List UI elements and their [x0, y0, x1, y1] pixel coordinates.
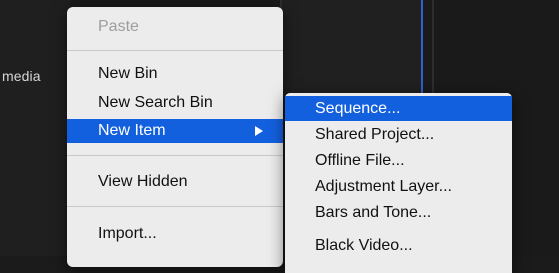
submenu-item-label: Adjustment Layer... [315, 178, 452, 195]
submenu-item-offline-file[interactable]: Offline File... [285, 148, 512, 173]
submenu-item-black-video[interactable]: Black Video... [285, 233, 512, 258]
submenu-item-label: Bars and Tone... [315, 204, 432, 221]
submenu-item-label: Black Video... [315, 237, 413, 254]
menu-separator [67, 155, 283, 156]
menu-separator [67, 50, 283, 51]
submenu-item-adjustment-layer[interactable]: Adjustment Layer... [285, 174, 512, 199]
submenu-arrow-icon [255, 126, 263, 136]
menu-item-label: New Search Bin [98, 94, 213, 111]
menu-item-new-search-bin[interactable]: New Search Bin [67, 91, 283, 115]
submenu-item-sequence[interactable]: Sequence... [285, 96, 512, 121]
menu-separator [67, 206, 283, 207]
menu-item-import[interactable]: Import... [67, 222, 283, 246]
menu-item-label: New Item [98, 122, 166, 139]
menu-item-paste: Paste [67, 15, 283, 39]
playhead-marker[interactable] [421, 0, 423, 93]
panel-label: media [2, 68, 41, 84]
menu-item-new-item[interactable]: New Item [67, 119, 283, 143]
menu-item-label: New Bin [98, 65, 158, 82]
submenu-item-label: Shared Project... [315, 126, 435, 143]
submenu-item-bars-and-tone[interactable]: Bars and Tone... [285, 200, 512, 225]
context-menu: Paste New Bin New Search Bin New Item Vi… [67, 7, 283, 267]
menu-item-label: Paste [98, 18, 139, 35]
project-panel [0, 0, 70, 256]
menu-item-view-hidden[interactable]: View Hidden [67, 170, 283, 194]
menu-item-new-bin[interactable]: New Bin [67, 62, 283, 86]
submenu-item-shared-project[interactable]: Shared Project... [285, 122, 512, 147]
submenu-item-label: Sequence... [315, 100, 401, 117]
menu-item-label: View Hidden [98, 173, 188, 190]
new-item-submenu: Sequence... Shared Project... Offline Fi… [285, 93, 512, 273]
submenu-item-label: Offline File... [315, 152, 405, 169]
menu-item-label: Import... [98, 225, 157, 242]
